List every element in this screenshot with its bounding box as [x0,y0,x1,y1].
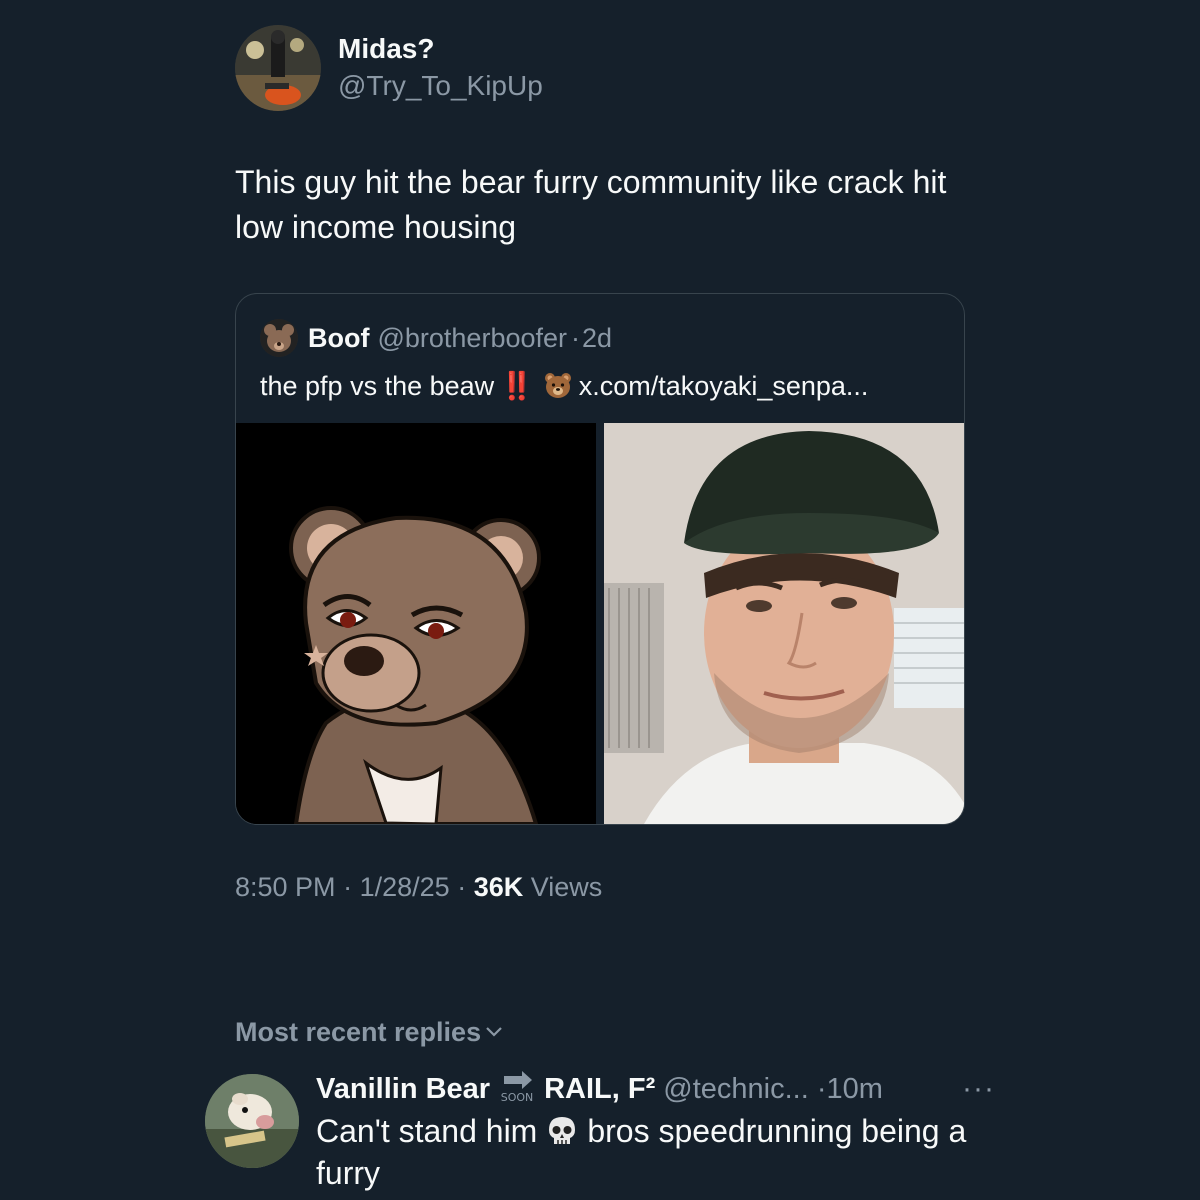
meta-separator: · [343,872,353,902]
quoted-header: Boof @brotherboofer ·2d [308,323,612,354]
bear-face-icon [543,370,573,400]
more-options-icon[interactable]: ··· [962,1072,995,1106]
reply-age[interactable]: 10m [827,1073,883,1105]
replies-sort-dropdown[interactable]: Most recent replies [235,1017,503,1048]
reply-header: Vanillin Bear SOON RAIL, F² @technic... … [316,1070,883,1106]
views-count: 36K [473,872,524,902]
tweet-date[interactable]: 1/28/25 [360,872,450,902]
reply-author-handle[interactable]: @technic... [663,1073,809,1105]
tweet-meta: 8:50 PM · 1/28/25 · 36K Views [235,872,602,903]
views-label: Views [530,872,603,902]
tweet-time[interactable]: 8:50 PM [235,872,336,902]
quoted-author-avatar[interactable] [260,319,298,357]
bear-cartoon-image[interactable] [236,423,596,824]
reply-author-name[interactable]: Vanillin Bear [316,1073,490,1105]
author-avatar[interactable] [235,25,321,111]
soon-arrow-icon: SOON [496,1070,538,1104]
quoted-text-body: the pfp vs the beaw [260,371,495,401]
quoted-separator: · [571,323,580,353]
reply-separator: · [816,1073,827,1105]
quoted-link[interactable]: x.com/takoyaki_senpa... [579,371,869,401]
reply-text-before: Can't stand him [316,1113,538,1149]
replies-sort-label: Most recent replies [235,1017,482,1047]
reply-text: Can't stand him bros speedrunning being … [316,1110,1016,1194]
author-handle[interactable]: @Try_To_KipUp [338,70,543,102]
meta-separator: · [457,872,467,902]
author-display-name[interactable]: Midas? [338,33,434,65]
quoted-tweet-card[interactable]: Boof @brotherboofer ·2d the pfp vs the bea… [235,293,965,825]
selfie-photo-image[interactable] [604,423,964,824]
chevron-down-icon [485,1017,503,1037]
skull-icon [545,1114,579,1148]
reply-author-avatar[interactable] [205,1074,299,1168]
quoted-age[interactable]: 2d [582,323,612,353]
quoted-author-name[interactable]: Boof [308,323,369,353]
tweet-text: This guy hit the bear furry community li… [235,164,947,245]
reply-author-name-suffix[interactable]: RAIL, F² [544,1073,655,1105]
quoted-author-handle[interactable]: @brotherboofer [377,323,567,353]
quoted-text: the pfp vs the beaw ‼️ x.com/takoyaki_sen… [260,370,868,402]
soon-badge-text: SOON [501,1091,534,1104]
double-exclamation-emoji: ‼️ [500,371,534,401]
